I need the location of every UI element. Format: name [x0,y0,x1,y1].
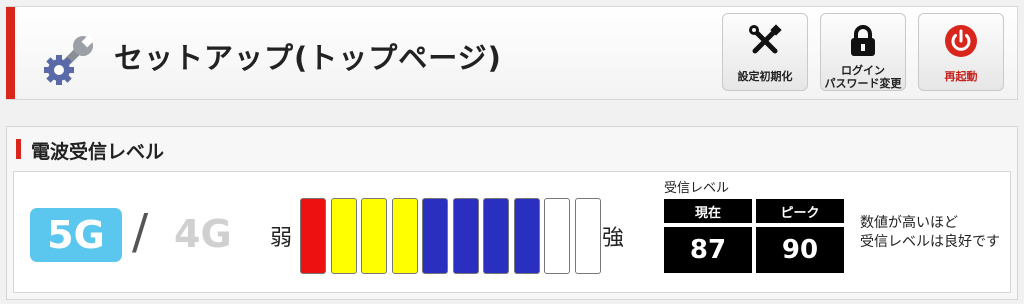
reset-settings-button[interactable]: 設定初期化 [722,13,808,91]
page-title: セットアップ(トップページ) [114,41,502,75]
tools-settings-icon [42,29,100,87]
reboot-button[interactable]: 再起動 [918,13,1004,91]
weak-label: 弱 [270,226,293,251]
change-password-label-line1: ログイン [841,64,885,77]
page-header: セットアップ(トップページ) 設定初期化 ログイン パスワード変更 再起動 [6,6,1018,100]
peak-value: 90 [756,227,844,273]
signal-bar [330,198,357,274]
reset-settings-label: 設定初期化 [737,70,793,83]
level-note-line2: 受信レベルは良好です [860,234,1000,250]
change-password-button[interactable]: ログイン パスワード変更 [820,13,906,91]
signal-bar [422,198,448,274]
panel-header: 電波受信レベル [7,127,1017,169]
mode-4g-label: 4G [174,212,232,256]
mode-5g-badge: 5G [30,208,122,262]
header-accent-bar [6,7,15,99]
panel-title: 電波受信レベル [31,141,165,163]
signal-bar [300,198,326,274]
change-password-label: ログイン パスワード変更 [821,64,905,90]
level-note-line1: 数値が高いほど [860,215,958,231]
level-title: 受信レベル [664,181,730,196]
signal-bar [391,198,418,274]
level-note: 数値が高いほど 受信レベルは良好です [860,214,1000,252]
panel-body: 5G / 4G 弱 強 受信レベル 現在 ピーク 87 90 数値が高いほど 受… [13,171,1011,293]
signal-bar [544,198,570,274]
signal-bar [574,198,601,274]
current-header: 現在 [664,199,752,223]
mode-separator: / [132,204,149,260]
reboot-label: 再起動 [944,70,978,83]
peak-header: ピーク [756,199,844,223]
signal-bar [452,198,479,274]
power-icon [919,23,1003,59]
change-password-label-line2: パスワード変更 [824,77,902,90]
signal-level-panel: 電波受信レベル 5G / 4G 弱 強 受信レベル 現在 ピーク 87 90 数… [6,126,1018,300]
signal-bar [483,198,509,274]
signal-bar [361,198,387,274]
wrench-screwdriver-icon [723,23,807,59]
current-value: 87 [664,227,752,273]
strong-label: 強 [602,226,625,251]
signal-bar [513,198,540,274]
lock-icon [821,23,905,59]
panel-accent-bar [16,139,21,159]
